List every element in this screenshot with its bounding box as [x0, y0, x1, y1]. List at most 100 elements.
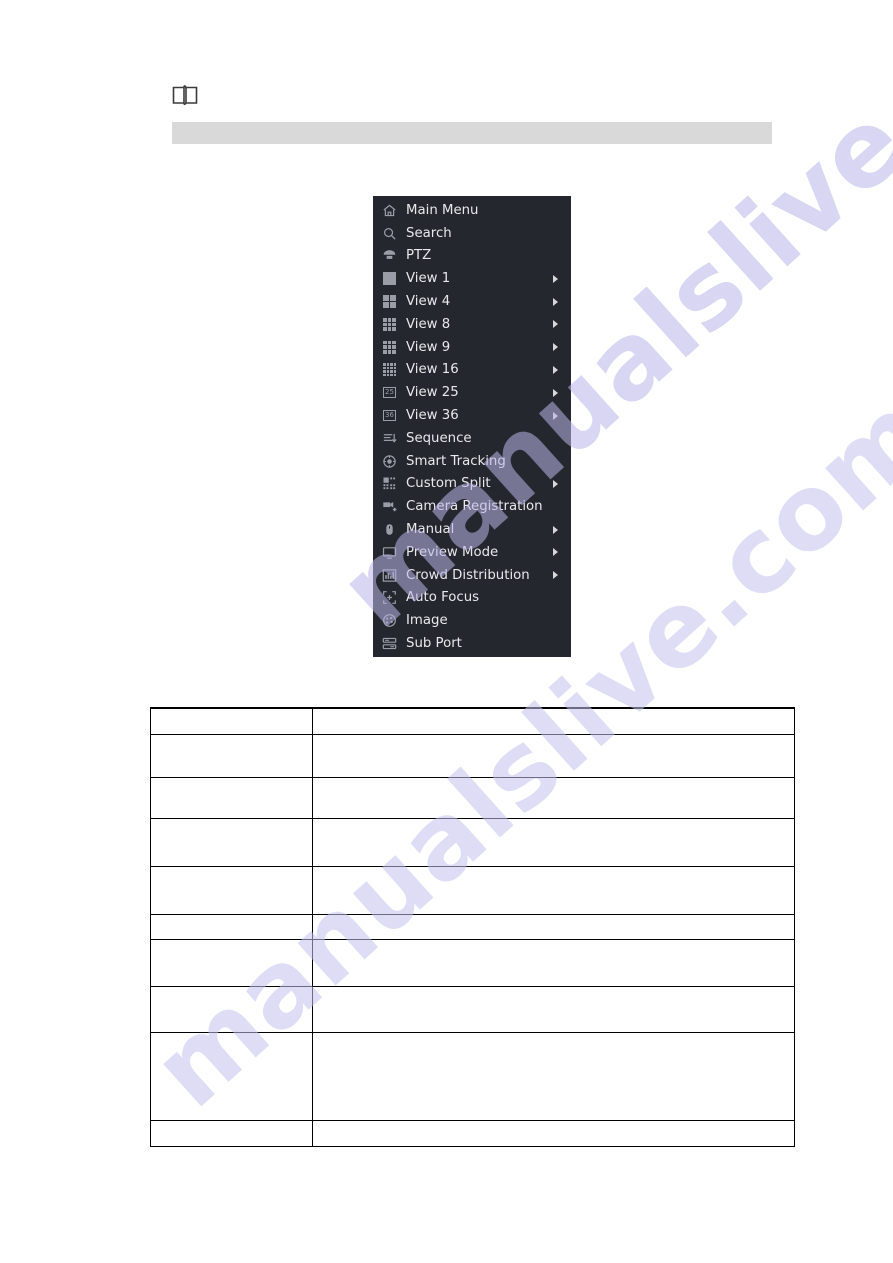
menu-item-view-1[interactable]: View 1	[373, 267, 571, 290]
submenu-arrow-icon	[553, 479, 558, 488]
table-row	[150, 708, 795, 735]
menu-item-label: View 1	[406, 271, 451, 287]
table-cell-description	[312, 939, 795, 987]
menu-item-label: Manual	[406, 521, 455, 537]
submenu-arrow-icon	[553, 297, 558, 306]
table-cell-description	[312, 734, 795, 778]
table-row	[150, 914, 795, 940]
menu-item-label: View 25	[406, 385, 459, 401]
table-row	[150, 777, 795, 819]
submenu-arrow-icon	[553, 320, 558, 329]
spec-table	[150, 707, 795, 1147]
grid-4-icon	[382, 294, 397, 309]
menu-item-sub-port[interactable]: Sub Port	[373, 632, 571, 655]
menu-item-label: View 36	[406, 407, 459, 423]
table-cell-description	[312, 1032, 795, 1121]
nvr-right-click-menu[interactable]: Main Menu Search PTZ View 1 View 4 View 8 View…	[373, 196, 571, 657]
menu-item-custom-split[interactable]: Custom Split	[373, 473, 571, 496]
menu-item-sequence[interactable]: Sequence	[373, 427, 571, 450]
table-cell-name	[150, 777, 313, 819]
menu-item-crowd-distribution[interactable]: Crowd Distribution	[373, 564, 571, 587]
table-cell-name	[150, 914, 313, 940]
table-cell-name	[150, 734, 313, 778]
camera-registration-icon	[382, 499, 397, 514]
menu-item-label: View 9	[406, 339, 451, 355]
menu-item-label: Camera Registration	[406, 499, 543, 515]
table-row	[150, 939, 795, 987]
custom-split-icon	[382, 476, 397, 491]
grid-9-icon	[382, 340, 397, 355]
menu-item-label: Search	[406, 225, 452, 241]
spec-table-body	[150, 708, 795, 1147]
menu-item-label: View 4	[406, 293, 451, 309]
table-row	[150, 986, 795, 1033]
menu-item-view-36[interactable]: 36 View 36	[373, 404, 571, 427]
grid-36-icon: 36	[382, 408, 397, 423]
menu-item-image[interactable]: Image	[373, 609, 571, 632]
table-cell-name	[150, 866, 313, 915]
table-cell-description	[312, 777, 795, 819]
table-cell-description	[312, 866, 795, 915]
home-icon	[382, 203, 397, 218]
menu-item-label: Smart Tracking	[406, 453, 506, 469]
table-cell-description	[312, 708, 795, 735]
menu-item-camera-registration[interactable]: Camera Registration	[373, 495, 571, 518]
menu-item-label: Custom Split	[406, 476, 491, 492]
ptz-dome-camera-icon	[382, 248, 397, 263]
menu-item-manual[interactable]: Manual	[373, 518, 571, 541]
grid-1-icon	[382, 271, 397, 286]
menu-item-label: Image	[406, 613, 448, 629]
auto-focus-icon	[382, 590, 397, 605]
submenu-arrow-icon	[553, 525, 558, 534]
menu-item-search[interactable]: Search	[373, 222, 571, 245]
table-row	[150, 1032, 795, 1121]
menu-item-label: Crowd Distribution	[406, 567, 530, 583]
submenu-arrow-icon	[553, 571, 558, 580]
table-cell-description	[312, 818, 795, 867]
table-row	[150, 818, 795, 867]
menu-item-ptz[interactable]: PTZ	[373, 245, 571, 268]
menu-item-smart-tracking[interactable]: Smart Tracking	[373, 450, 571, 473]
table-cell-name	[150, 939, 313, 987]
menu-item-label: View 16	[406, 362, 459, 378]
sub-port-icon	[382, 636, 397, 651]
menu-item-auto-focus[interactable]: Auto Focus	[373, 587, 571, 610]
smart-tracking-icon	[382, 454, 397, 469]
menu-item-label: Sub Port	[406, 635, 462, 651]
monitor-icon	[382, 545, 397, 560]
menu-item-view-25[interactable]: 25 View 25	[373, 381, 571, 404]
table-row	[150, 866, 795, 915]
sequence-icon	[382, 431, 397, 446]
table-cell-description	[312, 1120, 795, 1147]
menu-item-view-8[interactable]: View 8	[373, 313, 571, 336]
menu-item-label: PTZ	[406, 248, 432, 264]
note-block	[172, 84, 198, 111]
search-icon	[382, 226, 397, 241]
table-cell-name	[150, 818, 313, 867]
grid-16-icon	[382, 362, 397, 377]
image-palette-icon	[382, 613, 397, 628]
grid-8-icon	[382, 317, 397, 332]
menu-item-view-9[interactable]: View 9	[373, 336, 571, 359]
menu-item-label: View 8	[406, 316, 451, 332]
menu-item-label: Preview Mode	[406, 544, 499, 560]
table-cell-description	[312, 914, 795, 940]
table-row	[150, 734, 795, 778]
menu-item-view-4[interactable]: View 4	[373, 290, 571, 313]
book-icon	[172, 84, 198, 111]
submenu-arrow-icon	[553, 343, 558, 352]
submenu-arrow-icon	[553, 274, 558, 283]
grid-25-icon: 25	[382, 385, 397, 400]
submenu-arrow-icon	[553, 365, 558, 374]
mouse-icon	[382, 522, 397, 537]
submenu-arrow-icon	[553, 548, 558, 557]
menu-item-preview-mode[interactable]: Preview Mode	[373, 541, 571, 564]
submenu-arrow-icon	[553, 388, 558, 397]
menu-item-label: Auto Focus	[406, 590, 480, 606]
menu-item-view-16[interactable]: View 16	[373, 359, 571, 382]
submenu-arrow-icon	[553, 411, 558, 420]
menu-item-label: Main Menu	[406, 202, 479, 218]
menu-item-main-menu[interactable]: Main Menu	[373, 199, 571, 222]
menu-item-label: Sequence	[406, 430, 472, 446]
table-cell-name	[150, 986, 313, 1033]
